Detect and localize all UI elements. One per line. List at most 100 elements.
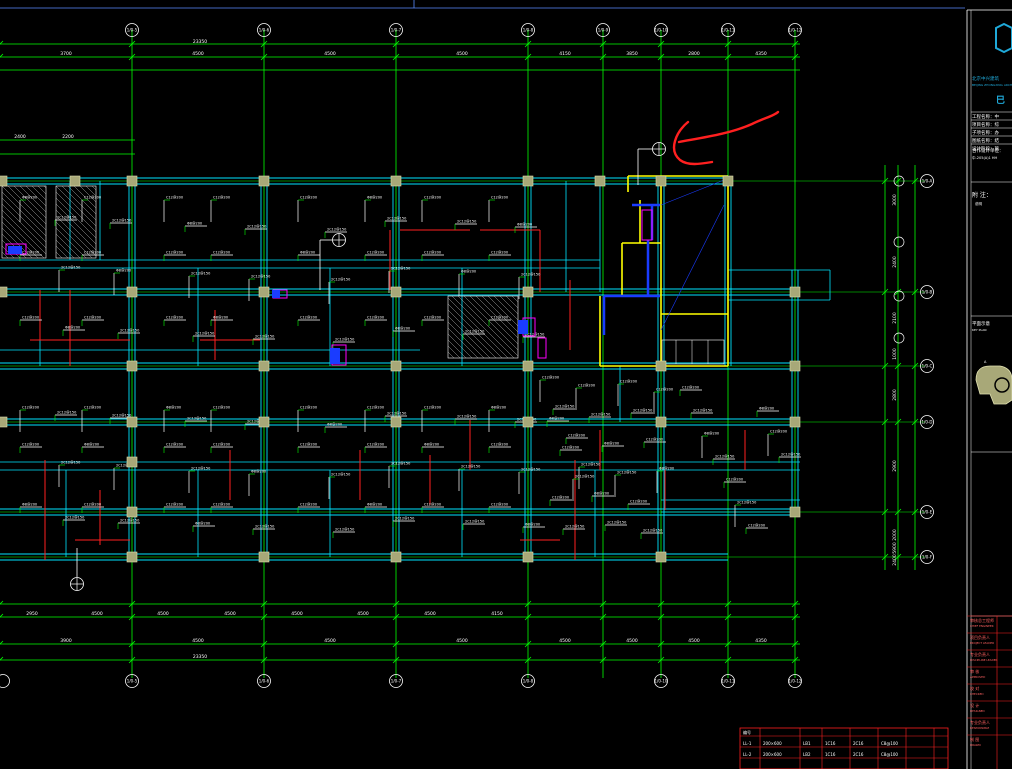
dim-text-bottom-row2: 4500 [357, 611, 369, 617]
rebar-label: C12@200 [367, 251, 384, 255]
opening-fill [330, 348, 340, 364]
column [789, 506, 801, 518]
rebar-label: Φ8@200 [424, 443, 439, 447]
legend-cell: LB2 [803, 752, 811, 757]
rebar-label: C12@200 [748, 524, 765, 528]
rebar-label: C12@200 [166, 443, 183, 447]
rebar-label: 2C12@150 [195, 332, 214, 336]
rebar-label: Φ8@200 [367, 196, 382, 200]
column [789, 360, 801, 372]
cad-drawing-canvas[interactable]: Φ8@200 2C12@150 C12@200 2C12@150 C12@200 Φ8@2… [0, 0, 1012, 769]
rebar-label: Φ8@200 [517, 223, 532, 227]
axis-bubble-top-label: 1/0-5 [127, 28, 138, 33]
axis-bubble-right-label: 1/0-D [922, 420, 933, 425]
column [522, 416, 534, 428]
legend-cell: C8@100 [881, 741, 898, 746]
rebar-label: C12@200 [424, 251, 441, 255]
titleblock-row-text: 工程名称：中 [972, 113, 999, 120]
dim-text-bottom-row1: 4500 [688, 638, 700, 644]
rebar-label: 2C12@150 [465, 520, 484, 524]
rebar-label: 2C12@150 [395, 517, 414, 521]
rebar-label: C12@200 [22, 316, 39, 320]
rebar-label: C12@200 [630, 500, 647, 504]
rebar-label: 2C12@150 [120, 329, 139, 333]
column [655, 175, 667, 187]
rebar-label: Φ8@200 [525, 523, 540, 527]
rebar-label: Φ8@200 [461, 270, 476, 274]
rebar-label: 2C12@150 [461, 465, 480, 469]
rebar-label: C12@200 [22, 406, 39, 410]
dim-text-bottom-row2: 4500 [291, 611, 303, 617]
rebar-label: 2C12@150 [335, 338, 354, 342]
dim-text-bottom-row1: 4350 [755, 638, 767, 644]
rebar-label: 2C12@150 [633, 409, 652, 413]
dim-text-right: 2000 [892, 529, 898, 541]
column [258, 551, 270, 563]
rebar-label: C12@200 [213, 406, 230, 410]
rebar-label: Φ8@200 [22, 503, 37, 507]
approval-row-sub: DRAWN [970, 743, 981, 747]
rebar-label: C12@200 [552, 496, 569, 500]
legend-cell: LL-1 [743, 741, 752, 746]
column [69, 175, 81, 187]
dim-text-right: 1000 [892, 348, 898, 360]
dim-text-right: 5900 [892, 542, 898, 554]
dim-text-right: 2100 [892, 312, 898, 324]
column [390, 286, 402, 298]
column [126, 506, 138, 518]
dim-text-top: 3700 [60, 51, 72, 57]
rebar-label: C12@200 [84, 196, 101, 200]
rebar-label: C12@200 [367, 316, 384, 320]
rebar-label: 2C12@150 [251, 275, 270, 279]
rebar-label: Φ8@200 [491, 406, 506, 410]
rebar-label: C12@200 [213, 443, 230, 447]
axis-bubble-right-label: 1/0-F [922, 555, 933, 560]
axis-bubble-bottom-label: 1/0-10 [655, 679, 668, 684]
column [522, 175, 534, 187]
rebar-label: 2C12@150 [715, 455, 734, 459]
column [522, 286, 534, 298]
rebar-label: C12@200 [562, 446, 579, 450]
rebar-label: C12@200 [84, 406, 101, 410]
rebar-label: Φ8@200 [84, 443, 99, 447]
rebar-label: 2C12@150 [575, 475, 594, 479]
rebar-label: C12@200 [84, 503, 101, 507]
opening-fill [518, 320, 528, 334]
rebar-label: 2C12@150 [331, 473, 350, 477]
approval-row-sub: RESPONSIBLE [970, 726, 990, 730]
column [655, 551, 667, 563]
dim-text-top: 4500 [324, 51, 336, 57]
dim-text-bottom-row2: 2950 [26, 611, 38, 617]
column [390, 360, 402, 372]
axis-bubble-right-label: 1/0-A [922, 179, 933, 184]
rebar-label: Φ8@200 [213, 316, 228, 320]
rebar-label: C12@200 [656, 388, 673, 392]
titleblock-keyplan-value: KEY PLAN [972, 328, 987, 332]
column [126, 456, 138, 468]
axis-bubble-bottom-label: 1/0-8 [523, 679, 534, 684]
rebar-label: C12@200 [620, 380, 637, 384]
rebar-label: C12@200 [213, 251, 230, 255]
dim-text-bottom-row1: 4500 [324, 638, 336, 644]
rebar-label: 2C12@150 [457, 220, 476, 224]
rebar-label: C12@200 [491, 251, 508, 255]
rebar-label: C12@200 [491, 196, 508, 200]
approval-row-label: 专业负责人 [970, 651, 990, 657]
rebar-label: Φ8@200 [659, 467, 674, 471]
approval-row-sub: CHECKED [970, 692, 984, 696]
column [258, 175, 270, 187]
rebar-label: 2C12@150 [521, 468, 540, 472]
rebar-label: Φ8@200 [22, 196, 37, 200]
axis-bubble-bottom-label: 1/0-5 [127, 679, 138, 684]
approval-row-label: 审 核 [970, 668, 979, 674]
column [522, 360, 534, 372]
rebar-label: C12@200 [568, 434, 585, 438]
rebar-label: Φ8@200 [604, 442, 619, 446]
approval-row-sub: PROJECT LEADER [970, 641, 994, 645]
legend-cell: 2C16 [853, 752, 864, 757]
axis-bubble-bottom-label: 1/0-6 [259, 679, 270, 684]
approval-row-label: 校 对 [970, 685, 979, 691]
rebar-label: C12@200 [726, 478, 743, 482]
dim-text-top: 4350 [755, 51, 767, 57]
legend-cell: 1C16 [825, 752, 836, 757]
